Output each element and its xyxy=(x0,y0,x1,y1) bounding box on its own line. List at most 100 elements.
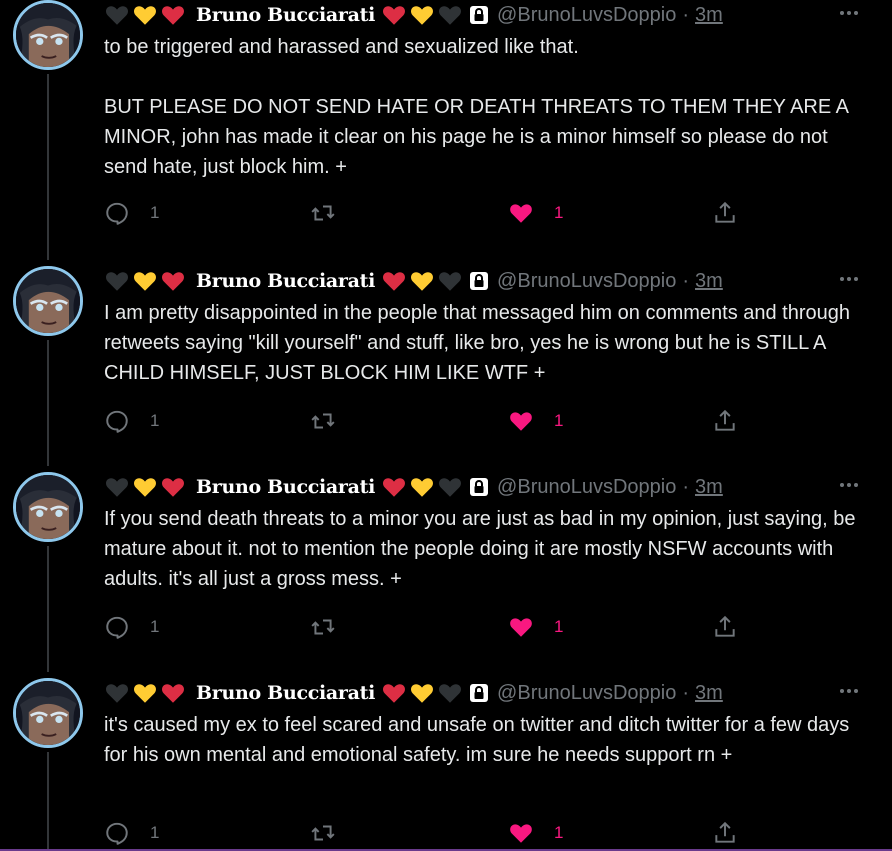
lock-icon xyxy=(467,269,491,293)
like-count: 1 xyxy=(554,203,564,222)
lock-icon xyxy=(467,681,491,705)
tweet-actions: 1 1 xyxy=(104,612,754,642)
retweet-button[interactable] xyxy=(310,406,356,436)
yellow-heart-icon xyxy=(409,268,435,294)
timestamp-link[interactable]: 3m xyxy=(695,476,723,499)
red-heart-icon xyxy=(160,2,186,28)
handle[interactable]: @BrunoLuvsDoppio xyxy=(497,476,676,499)
like-button[interactable]: 1 xyxy=(508,612,563,642)
reply-icon xyxy=(104,408,130,434)
like-count: 1 xyxy=(554,823,564,842)
reply-count: 1 xyxy=(150,617,160,636)
more-icon[interactable] xyxy=(836,472,862,498)
retweet-button[interactable] xyxy=(310,198,356,228)
black-heart-icon xyxy=(104,680,130,706)
yellow-heart-icon xyxy=(409,2,435,28)
reply-button[interactable]: 1 xyxy=(104,406,159,436)
separator-dot: · xyxy=(682,269,690,292)
like-button[interactable]: 1 xyxy=(508,406,563,436)
like-count: 1 xyxy=(554,411,564,430)
tweet-header: Bruno Bucciarati @BrunoLuvsDoppio · 3m xyxy=(104,678,723,708)
reply-icon xyxy=(104,200,130,226)
yellow-heart-icon xyxy=(132,680,158,706)
tweet-actions: 1 1 xyxy=(104,818,754,848)
timestamp-link[interactable]: 3m xyxy=(695,682,723,705)
yellow-heart-icon xyxy=(132,474,158,500)
share-icon xyxy=(712,820,738,846)
retweet-icon xyxy=(310,820,336,846)
more-icon[interactable] xyxy=(836,678,862,704)
avatar[interactable] xyxy=(13,472,83,542)
avatar[interactable] xyxy=(13,678,83,748)
black-heart-icon xyxy=(437,680,463,706)
separator-dot: · xyxy=(682,475,690,498)
like-button[interactable]: 1 xyxy=(508,818,563,848)
yellow-heart-icon xyxy=(409,474,435,500)
handle[interactable]: @BrunoLuvsDoppio xyxy=(497,4,676,27)
share-icon xyxy=(712,200,738,226)
timestamp-link[interactable]: 3m xyxy=(695,4,723,27)
like-icon xyxy=(508,200,534,226)
yellow-heart-icon xyxy=(132,2,158,28)
reply-count: 1 xyxy=(150,823,160,842)
reply-count: 1 xyxy=(150,411,160,430)
red-heart-icon xyxy=(381,268,407,294)
display-name[interactable]: Bruno Bucciarati xyxy=(196,682,375,704)
red-heart-icon xyxy=(381,474,407,500)
yellow-heart-icon xyxy=(132,268,158,294)
avatar[interactable] xyxy=(13,0,83,70)
timestamp-link[interactable]: 3m xyxy=(695,270,723,293)
thread-line xyxy=(47,74,49,260)
tweet-text: to be triggered and harassed and sexuali… xyxy=(104,36,848,178)
reply-button[interactable]: 1 xyxy=(104,612,159,642)
handle[interactable]: @BrunoLuvsDoppio xyxy=(497,270,676,293)
like-button[interactable]: 1 xyxy=(508,198,563,228)
thread-line xyxy=(47,340,49,466)
lock-icon xyxy=(467,3,491,27)
share-button[interactable] xyxy=(712,612,738,642)
like-icon xyxy=(508,820,534,846)
tweet-text: it's caused my ex to feel scared and uns… xyxy=(104,714,855,766)
like-count: 1 xyxy=(554,617,564,636)
tweet-text: I am pretty disappointed in the people t… xyxy=(104,302,856,384)
thread-line xyxy=(47,752,49,851)
like-icon xyxy=(508,614,534,640)
more-icon[interactable] xyxy=(836,0,862,26)
red-heart-icon xyxy=(381,2,407,28)
reply-icon xyxy=(104,820,130,846)
display-name[interactable]: Bruno Bucciarati xyxy=(196,270,375,292)
tweet-header: Bruno Bucciarati @BrunoLuvsDoppio · 3m xyxy=(104,0,723,30)
retweet-icon xyxy=(310,200,336,226)
retweet-icon xyxy=(310,614,336,640)
reply-button[interactable]: 1 xyxy=(104,198,159,228)
more-icon[interactable] xyxy=(836,266,862,292)
separator-dot: · xyxy=(682,681,690,704)
avatar[interactable] xyxy=(13,266,83,336)
black-heart-icon xyxy=(104,2,130,28)
share-icon xyxy=(712,614,738,640)
lock-icon xyxy=(467,475,491,499)
tweet-text: If you send death threats to a minor you… xyxy=(104,508,862,590)
share-button[interactable] xyxy=(712,198,738,228)
share-button[interactable] xyxy=(712,406,738,436)
reply-count: 1 xyxy=(150,203,160,222)
display-name[interactable]: Bruno Bucciarati xyxy=(196,4,375,26)
reply-icon xyxy=(104,614,130,640)
retweet-button[interactable] xyxy=(310,818,356,848)
share-icon xyxy=(712,408,738,434)
yellow-heart-icon xyxy=(409,680,435,706)
handle[interactable]: @BrunoLuvsDoppio xyxy=(497,682,676,705)
tweet-header: Bruno Bucciarati @BrunoLuvsDoppio · 3m xyxy=(104,266,723,296)
tweet-actions: 1 1 xyxy=(104,198,754,228)
black-heart-icon xyxy=(437,2,463,28)
red-heart-icon xyxy=(160,680,186,706)
retweet-button[interactable] xyxy=(310,612,356,642)
display-name[interactable]: Bruno Bucciarati xyxy=(196,476,375,498)
share-button[interactable] xyxy=(712,818,738,848)
tweet-actions: 1 1 xyxy=(104,406,754,436)
reply-button[interactable]: 1 xyxy=(104,818,159,848)
retweet-icon xyxy=(310,408,336,434)
black-heart-icon xyxy=(437,268,463,294)
black-heart-icon xyxy=(104,268,130,294)
black-heart-icon xyxy=(437,474,463,500)
